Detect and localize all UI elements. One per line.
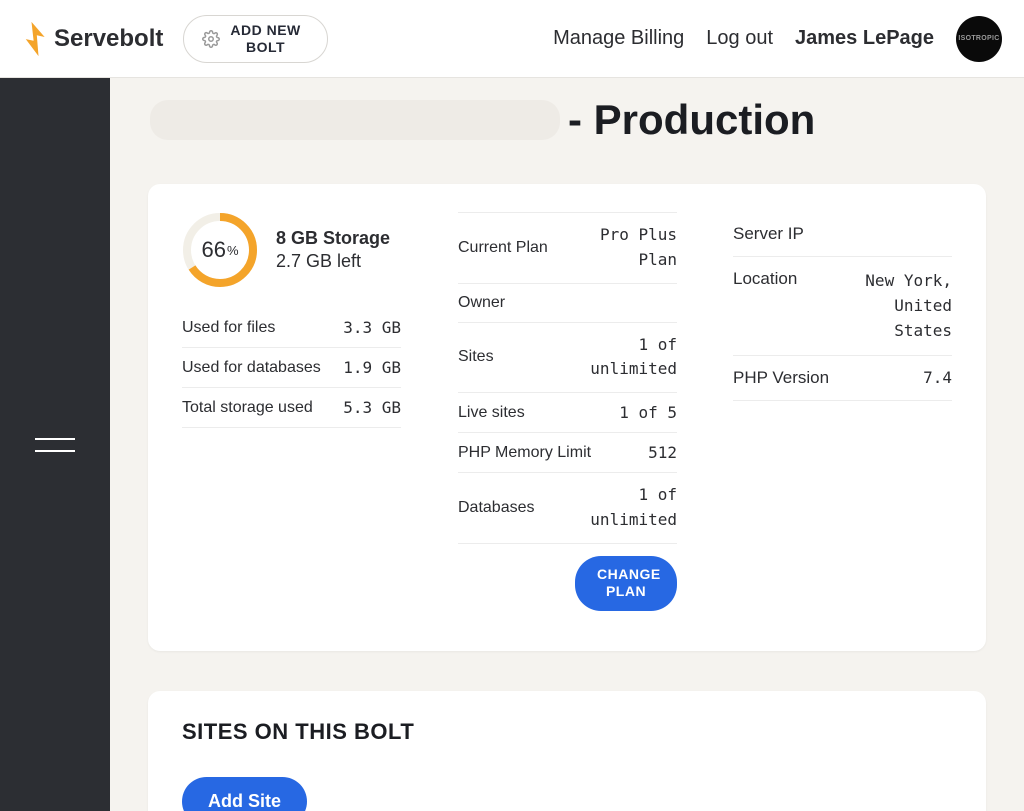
add-bolt-label: ADD NEW BOLT xyxy=(230,22,300,56)
kv-key: Current Plan xyxy=(458,239,548,257)
content-area: - Production 66% 8 GB Storage 2.7 GB lef… xyxy=(110,78,1024,811)
kv-key: Owner xyxy=(458,294,505,312)
kv-key: Used for files xyxy=(182,319,275,337)
sites-card: SITES ON THIS BOLT Add Site xyxy=(148,691,986,811)
bolt-icon xyxy=(22,21,48,57)
kv-row: Sites 1 of unlimited xyxy=(458,323,677,394)
kv-key: Used for databases xyxy=(182,359,321,377)
logo[interactable]: Servebolt xyxy=(22,21,163,57)
avatar[interactable]: ISOTROPIC xyxy=(956,16,1002,62)
kv-value: 3.3 GB xyxy=(343,318,401,337)
sidebar xyxy=(0,78,110,811)
top-bar-right: Manage Billing Log out James LePage ISOT… xyxy=(553,16,1002,62)
storage-gauge: 66% xyxy=(182,212,258,288)
kv-key: PHP Version xyxy=(733,368,829,388)
server-rows: Server IP Location New York, United State… xyxy=(733,212,952,401)
kv-value: 512 xyxy=(648,443,677,462)
storage-left: 2.7 GB left xyxy=(276,251,390,272)
redacted-name xyxy=(150,100,560,140)
gauge-percent: 66 xyxy=(201,237,225,263)
kv-row: Owner xyxy=(458,284,677,323)
page-title: - Production xyxy=(568,96,815,144)
add-new-bolt-button[interactable]: ADD NEW BOLT xyxy=(183,15,327,63)
kv-key: Server IP xyxy=(733,224,804,244)
sites-heading: SITES ON THIS BOLT xyxy=(182,719,952,745)
server-column: Server IP Location New York, United State… xyxy=(705,212,952,611)
kv-row: Location New York, United States xyxy=(733,257,952,356)
log-out-link[interactable]: Log out xyxy=(706,27,773,50)
storage-label: 8 GB Storage 2.7 GB left xyxy=(276,228,390,272)
add-site-button[interactable]: Add Site xyxy=(182,777,307,811)
kv-key: Sites xyxy=(458,348,494,366)
plan-rows: Current Plan Pro Plus Plan Owner Sites 1 of… xyxy=(458,212,677,544)
change-plan-button[interactable]: CHANGE PLAN xyxy=(575,556,677,611)
logo-text: Servebolt xyxy=(54,25,163,53)
gear-icon xyxy=(202,30,220,48)
storage-header: 66% 8 GB Storage 2.7 GB left xyxy=(182,212,401,308)
kv-value: 5.3 GB xyxy=(343,398,401,417)
kv-value: 1 of unlimited xyxy=(590,483,677,533)
kv-key: PHP Memory Limit xyxy=(458,444,591,462)
kv-value: New York, United States xyxy=(809,269,952,343)
plan-column: Current Plan Pro Plus Plan Owner Sites 1 of… xyxy=(429,212,705,611)
kv-row: Databases 1 of unlimited xyxy=(458,473,677,544)
kv-row: PHP Version 7.4 xyxy=(733,356,952,401)
storage-title: 8 GB Storage xyxy=(276,228,390,249)
kv-row: Server IP xyxy=(733,212,952,257)
kv-key: Live sites xyxy=(458,404,525,422)
page-title-wrap: - Production xyxy=(110,78,1024,144)
kv-row: Total storage used 5.3 GB xyxy=(182,388,401,428)
manage-billing-link[interactable]: Manage Billing xyxy=(553,27,684,50)
kv-row: PHP Memory Limit 512 xyxy=(458,433,677,473)
kv-row: Used for databases 1.9 GB xyxy=(182,348,401,388)
kv-value: 1 of unlimited xyxy=(590,333,677,383)
kv-row: Live sites 1 of 5 xyxy=(458,393,677,433)
kv-key: Location xyxy=(733,269,797,289)
kv-key: Databases xyxy=(458,499,535,517)
kv-value: 7.4 xyxy=(923,368,952,387)
kv-value: 1 of 5 xyxy=(619,403,677,422)
kv-row: Used for files 3.3 GB xyxy=(182,308,401,348)
menu-icon[interactable] xyxy=(35,438,75,452)
kv-value: 1.9 GB xyxy=(343,358,401,377)
avatar-label: ISOTROPIC xyxy=(958,35,999,42)
storage-column: 66% 8 GB Storage 2.7 GB left Used for fi… xyxy=(182,212,429,611)
storage-rows: Used for files 3.3 GB Used for databases 1.… xyxy=(182,308,401,428)
user-name[interactable]: James LePage xyxy=(795,27,934,50)
kv-key: Total storage used xyxy=(182,399,313,417)
kv-row: Current Plan Pro Plus Plan xyxy=(458,212,677,284)
overview-card: 66% 8 GB Storage 2.7 GB left Used for fi… xyxy=(148,184,986,651)
kv-value: Pro Plus Plan xyxy=(600,223,677,273)
top-bar: Servebolt ADD NEW BOLT Manage Billing Lo… xyxy=(0,0,1024,78)
